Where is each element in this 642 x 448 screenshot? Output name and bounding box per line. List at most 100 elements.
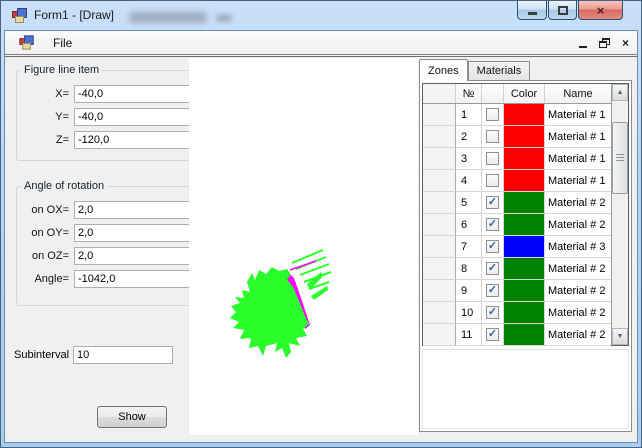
row-number[interactable]: 10: [456, 302, 482, 324]
color-cell[interactable]: [504, 126, 545, 148]
color-cell[interactable]: [504, 148, 545, 170]
row-checkbox[interactable]: [486, 174, 499, 187]
color-cell[interactable]: [504, 104, 545, 126]
row-checkbox-cell[interactable]: ✓: [482, 302, 504, 324]
row-checkbox-cell[interactable]: ✓: [482, 258, 504, 280]
row-checkbox-cell[interactable]: ✓: [482, 214, 504, 236]
row-number[interactable]: 5: [456, 192, 482, 214]
row-header-cell[interactable]: [423, 302, 456, 324]
row-checkbox[interactable]: ✓: [486, 306, 499, 319]
menu-item-file[interactable]: File: [47, 35, 78, 51]
row-checkbox[interactable]: ✓: [486, 284, 499, 297]
caption-buttons: ×: [516, 1, 623, 20]
tab-materials[interactable]: Materials: [467, 61, 531, 80]
redacted-region: [129, 12, 207, 23]
materials-grid: № Color Name 1 Material # 1 2 Material #: [422, 83, 629, 346]
z-label: Z=: [55, 134, 69, 146]
app-icon[interactable]: [12, 8, 28, 24]
row-name[interactable]: Material # 1: [545, 126, 611, 148]
row-checkbox[interactable]: ✓: [486, 196, 499, 209]
row-checkbox[interactable]: [486, 130, 499, 143]
close-button[interactable]: ×: [578, 1, 623, 20]
mdi-child-icon[interactable]: [19, 35, 34, 50]
row-header-cell[interactable]: [423, 170, 456, 192]
header-number[interactable]: №: [456, 84, 482, 103]
row-checkbox[interactable]: ✓: [486, 262, 499, 275]
scroll-thumb[interactable]: [612, 122, 629, 194]
row-number[interactable]: 7: [456, 236, 482, 258]
row-checkbox-cell[interactable]: [482, 148, 504, 170]
color-cell[interactable]: [504, 214, 545, 236]
row-header-cell[interactable]: [423, 236, 456, 258]
row-number[interactable]: 3: [456, 148, 482, 170]
row-name[interactable]: Material # 2: [545, 324, 611, 346]
row-number[interactable]: 11: [456, 324, 482, 346]
color-cell[interactable]: [504, 192, 545, 214]
row-header-cell[interactable]: [423, 280, 456, 302]
row-name[interactable]: Material # 1: [545, 104, 611, 126]
row-name[interactable]: Material # 2: [545, 302, 611, 324]
row-checkbox-cell[interactable]: [482, 104, 504, 126]
row-checkbox[interactable]: [486, 108, 499, 121]
row-name[interactable]: Material # 2: [545, 214, 611, 236]
row-number[interactable]: 1: [456, 104, 482, 126]
subinterval-input[interactable]: [73, 346, 174, 364]
subinterval-label: Subinterval: [14, 349, 70, 361]
row-number[interactable]: 4: [456, 170, 482, 192]
header-row-selector[interactable]: [423, 84, 456, 103]
row-number[interactable]: 9: [456, 280, 482, 302]
titlebar[interactable]: Form1 - [Draw] ×: [1, 1, 641, 30]
scroll-down-button[interactable]: ▼: [612, 328, 629, 345]
row-header-cell[interactable]: [423, 214, 456, 236]
row-name[interactable]: Material # 1: [545, 148, 611, 170]
row-number[interactable]: 2: [456, 126, 482, 148]
row-name[interactable]: Material # 1: [545, 170, 611, 192]
row-header-cell[interactable]: [423, 192, 456, 214]
row-name[interactable]: Material # 2: [545, 192, 611, 214]
row-checkbox-cell[interactable]: ✓: [482, 192, 504, 214]
grid-vscrollbar[interactable]: ▲ ▼: [611, 84, 629, 345]
show-button[interactable]: Show: [97, 406, 167, 428]
mdi-minimize-icon[interactable]: [578, 46, 587, 48]
row-checkbox[interactable]: ✓: [486, 328, 499, 341]
row-checkbox-cell[interactable]: [482, 126, 504, 148]
color-cell[interactable]: [504, 170, 545, 192]
row-header-cell[interactable]: [423, 148, 456, 170]
row-name[interactable]: Material # 3: [545, 236, 611, 258]
row-checkbox-cell[interactable]: [482, 170, 504, 192]
row-name[interactable]: Material # 2: [545, 258, 611, 280]
empty-list-box[interactable]: [422, 349, 629, 429]
mdi-restore-icon[interactable]: [598, 38, 610, 48]
color-cell[interactable]: [504, 302, 545, 324]
grid-rows: 1 Material # 1 2 Material # 1 3 Material…: [423, 104, 611, 346]
scroll-up-button[interactable]: ▲: [612, 84, 629, 101]
row-number[interactable]: 6: [456, 214, 482, 236]
row-name[interactable]: Material # 2: [545, 280, 611, 302]
table-row: 8 ✓ Material # 2: [423, 258, 611, 280]
header-checkbox[interactable]: [482, 84, 504, 103]
header-name[interactable]: Name: [545, 84, 611, 103]
row-checkbox-cell[interactable]: ✓: [482, 236, 504, 258]
row-checkbox[interactable]: [486, 152, 499, 165]
row-checkbox[interactable]: ✓: [486, 240, 499, 253]
row-checkbox[interactable]: ✓: [486, 218, 499, 231]
mdi-close-icon[interactable]: ×: [622, 35, 629, 51]
row-header-cell[interactable]: [423, 104, 456, 126]
header-color[interactable]: Color: [504, 84, 545, 103]
row-header-cell[interactable]: [423, 324, 456, 346]
table-row: 11 ✓ Material # 2: [423, 324, 611, 346]
maximize-button[interactable]: [548, 1, 577, 20]
mdi-icon-yellow-square: [22, 43, 31, 50]
minimize-button[interactable]: [517, 1, 547, 20]
row-header-cell[interactable]: [423, 258, 456, 280]
color-cell[interactable]: [504, 236, 545, 258]
color-cell[interactable]: [504, 324, 545, 346]
color-cell[interactable]: [504, 280, 545, 302]
row-number[interactable]: 8: [456, 258, 482, 280]
row-header-cell[interactable]: [423, 126, 456, 148]
row-checkbox-cell[interactable]: ✓: [482, 280, 504, 302]
color-cell[interactable]: [504, 258, 545, 280]
window-frame: File × Figure line item X= Y=: [4, 30, 638, 443]
tab-zones[interactable]: Zones: [419, 59, 468, 81]
row-checkbox-cell[interactable]: ✓: [482, 324, 504, 346]
